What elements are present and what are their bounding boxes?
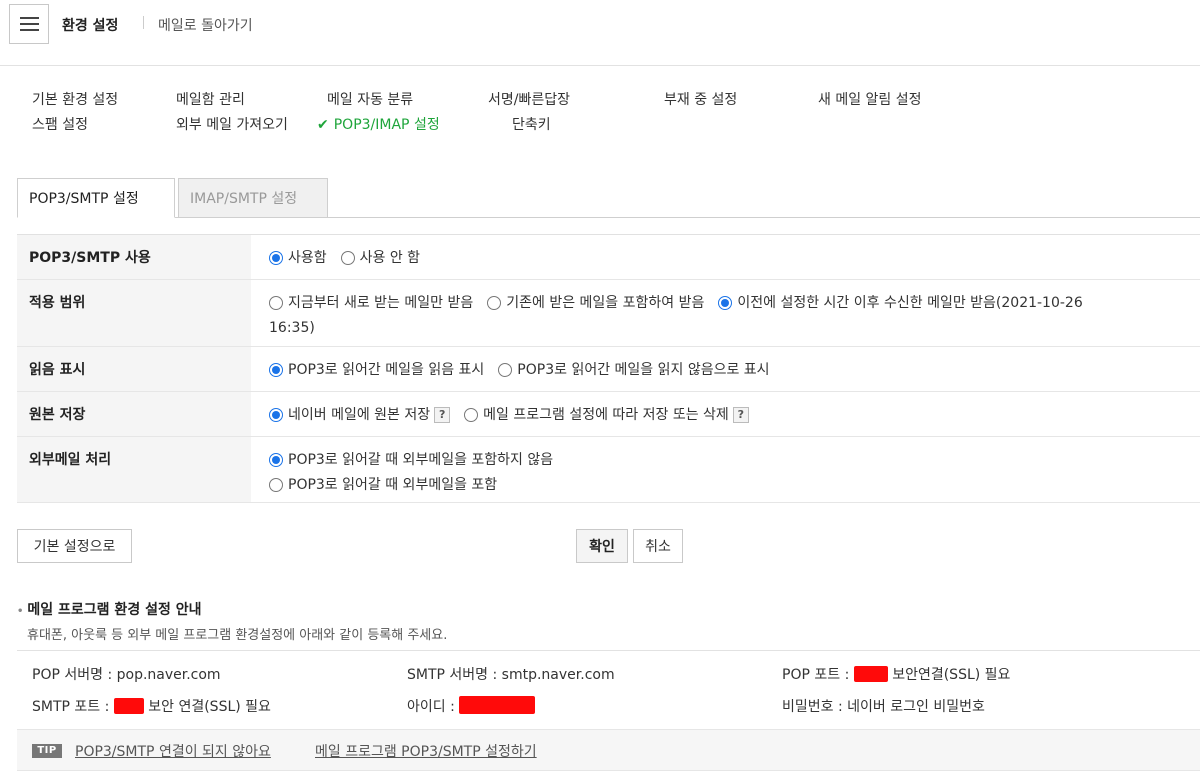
setting-row-use: POP3/SMTP 사용 사용함 사용 안 함 — [17, 235, 1200, 280]
redaction-mark — [113, 698, 144, 714]
pop-server-info: POP 서버명 : pop.naver.com — [32, 667, 221, 683]
radio-unselected-icon — [340, 251, 355, 265]
settings-table: POP3/SMTP 사용 사용함 사용 안 함 적용 범위 지금부터 새로 받는 … — [17, 234, 1200, 503]
radio-unselected-icon — [464, 408, 479, 422]
nav-away-settings[interactable]: 부재 중 설정 — [664, 89, 737, 109]
nav-auto-sort[interactable]: 메일 자동 분류 — [327, 89, 413, 109]
password-info: 비밀번호 : 네이버 로그인 비밀번호 — [782, 699, 985, 715]
header-divider — [143, 16, 144, 29]
setting-options-use: 사용함 사용 안 함 — [269, 235, 1200, 272]
help-icon[interactable]: ? — [732, 407, 749, 423]
nav-signature[interactable]: 서명/빠른답장 — [488, 89, 570, 109]
radio-use-off[interactable]: 사용 안 함 — [340, 247, 421, 269]
radio-scope-new-only[interactable]: 지금부터 새로 받는 메일만 받음 — [269, 292, 473, 314]
tab-baseline — [175, 217, 1200, 218]
guide-divider — [17, 650, 1200, 651]
id-label: 아이디 : — [407, 699, 455, 715]
radio-keep-original-program[interactable]: 메일 프로그램 설정에 따라 저장 또는 삭제? — [464, 404, 749, 426]
setting-label-read-mark: 읽음 표시 — [17, 347, 251, 391]
radio-label: 지금부터 새로 받는 메일만 받음 — [288, 295, 474, 311]
redaction-mark — [853, 666, 888, 682]
setting-options-read-mark: POP3로 읽어간 메일을 읽음 표시 POP3로 읽어간 메일을 읽지 않음으로… — [269, 347, 1200, 384]
guide-title: • 메일 프로그램 환경 설정 안내 — [17, 599, 201, 619]
nav-mailbox-management[interactable]: 메일함 관리 — [176, 89, 245, 109]
nav-pop3-imap[interactable]: ✔ POP3/IMAP 설정 — [317, 114, 440, 134]
radio-selected-icon — [269, 363, 283, 377]
tip-link-connection-help[interactable]: POP3/SMTP 연결이 되지 않아요 — [75, 741, 271, 761]
radio-label: 네이버 메일에 원본 저장 — [288, 407, 431, 423]
guide-title-text: 메일 프로그램 환경 설정 안내 — [27, 602, 202, 618]
help-icon[interactable]: ? — [434, 407, 451, 423]
nav-external-mail[interactable]: 외부 메일 가져오기 — [176, 114, 288, 134]
radio-unselected-icon — [487, 296, 502, 310]
back-to-mail-link[interactable]: 메일로 돌아가기 — [158, 15, 253, 35]
smtp-port-info: SMTP 포트 : 보안 연결(SSL) 필요 — [32, 696, 271, 716]
radio-label: 기존에 받은 메일을 포함하여 받음 — [506, 295, 705, 311]
reset-defaults-button[interactable]: 기본 설정으로 — [17, 529, 132, 563]
id-info: 아이디 : — [407, 696, 536, 716]
radio-label: POP3로 읽어간 메일을 읽지 않음으로 표시 — [517, 362, 770, 378]
pop-port-label: POP 포트 : — [782, 667, 850, 683]
check-icon: ✔ — [317, 117, 329, 133]
hamburger-icon — [19, 17, 39, 31]
setting-label-external-mail: 외부메일 처리 — [17, 437, 251, 502]
smtp-port-suffix: 보안 연결(SSL) 필요 — [148, 699, 271, 715]
setting-options-keep-original: 네이버 메일에 원본 저장? 메일 프로그램 설정에 따라 저장 또는 삭제? — [269, 392, 1200, 429]
setting-options-scope: 지금부터 새로 받는 메일만 받음 기존에 받은 메일을 포함하여 받음 이전에 설… — [269, 280, 1200, 339]
pop-port-info: POP 포트 : 보안연결(SSL) 필요 — [782, 664, 1010, 684]
setting-row-scope: 적용 범위 지금부터 새로 받는 메일만 받음 기존에 받은 메일을 포함하여 받… — [17, 280, 1200, 347]
radio-label: POP3로 읽어갈 때 외부메일을 포함 — [288, 477, 498, 493]
nav-basic-settings[interactable]: 기본 환경 설정 — [32, 89, 118, 109]
setting-label-use: POP3/SMTP 사용 — [17, 235, 251, 279]
pop-port-suffix: 보안연결(SSL) 필요 — [892, 667, 1011, 683]
radio-label: 메일 프로그램 설정에 따라 저장 또는 삭제 — [483, 407, 729, 423]
radio-external-include[interactable]: POP3로 읽어갈 때 외부메일을 포함 — [269, 474, 497, 496]
nav-spam-settings[interactable]: 스팸 설정 — [32, 114, 88, 134]
radio-scope-since-time[interactable]: 이전에 설정한 시간 이후 수신한 메일만 받음(2021-10-26 — [718, 292, 1083, 314]
tip-link-setup-guide[interactable]: 메일 프로그램 POP3/SMTP 설정하기 — [315, 741, 537, 761]
setting-label-keep-original: 원본 저장 — [17, 392, 251, 436]
header-divider-line — [0, 65, 1200, 66]
scope-time-continuation: 16:35) — [269, 320, 315, 336]
radio-read-mark-read[interactable]: POP3로 읽어간 메일을 읽음 표시 — [269, 359, 484, 381]
radio-unselected-icon — [269, 478, 283, 492]
page-title: 환경 설정 — [62, 18, 119, 34]
nav-new-mail-alert[interactable]: 새 메일 알림 설정 — [818, 89, 922, 109]
smtp-port-label: SMTP 포트 : — [32, 699, 110, 715]
smtp-server-info: SMTP 서버명 : smtp.naver.com — [407, 667, 615, 683]
nav-pop3-imap-label: POP3/IMAP 설정 — [333, 117, 440, 133]
radio-selected-icon — [269, 408, 283, 422]
menu-button[interactable] — [9, 4, 49, 44]
radio-label: 사용 안 함 — [359, 250, 421, 266]
radio-label: POP3로 읽어갈 때 외부메일을 포함하지 않음 — [288, 452, 554, 468]
bullet-icon: • — [17, 606, 24, 617]
radio-selected-icon — [718, 296, 733, 310]
radio-use-on[interactable]: 사용함 — [269, 247, 327, 269]
radio-read-mark-unread[interactable]: POP3로 읽어간 메일을 읽지 않음으로 표시 — [498, 359, 770, 381]
radio-selected-icon — [269, 453, 283, 467]
redaction-mark — [459, 696, 536, 714]
radio-unselected-icon — [269, 296, 283, 310]
radio-keep-original-naver[interactable]: 네이버 메일에 원본 저장? — [269, 404, 451, 426]
guide-description: 휴대폰, 아웃룩 등 외부 메일 프로그램 환경설정에 아래와 같이 등록해 주… — [27, 628, 448, 643]
radio-selected-icon — [269, 251, 283, 265]
tab-pop3-smtp[interactable]: POP3/SMTP 설정 — [17, 178, 175, 218]
confirm-button[interactable]: 확인 — [576, 529, 628, 563]
setting-label-scope: 적용 범위 — [17, 280, 251, 346]
cancel-button[interactable]: 취소 — [633, 529, 683, 563]
radio-label: 이전에 설정한 시간 이후 수신한 메일만 받음(2021-10-26 — [737, 295, 1083, 311]
tip-badge: TIP — [32, 744, 62, 758]
tip-box: TIP POP3/SMTP 연결이 되지 않아요 메일 프로그램 POP3/SM… — [17, 729, 1200, 771]
radio-label: POP3로 읽어간 메일을 읽음 표시 — [288, 362, 485, 378]
radio-unselected-icon — [498, 363, 513, 377]
setting-row-keep-original: 원본 저장 네이버 메일에 원본 저장? 메일 프로그램 설정에 따라 저장 또는… — [17, 392, 1200, 437]
setting-options-external-mail: POP3로 읽어갈 때 외부메일을 포함하지 않음 POP3로 읽어갈 때 외부… — [269, 437, 1200, 499]
radio-external-exclude[interactable]: POP3로 읽어갈 때 외부메일을 포함하지 않음 — [269, 449, 553, 471]
radio-scope-include-existing[interactable]: 기존에 받은 메일을 포함하여 받음 — [487, 292, 704, 314]
setting-row-external-mail: 외부메일 처리 POP3로 읽어갈 때 외부메일을 포함하지 않음 POP3로 … — [17, 437, 1200, 503]
setting-row-read-mark: 읽음 표시 POP3로 읽어간 메일을 읽음 표시 POP3로 읽어간 메일을 읽… — [17, 347, 1200, 392]
radio-label: 사용함 — [288, 250, 327, 266]
nav-shortcuts[interactable]: 단축키 — [512, 114, 551, 134]
tab-imap-smtp[interactable]: IMAP/SMTP 설정 — [178, 178, 328, 218]
